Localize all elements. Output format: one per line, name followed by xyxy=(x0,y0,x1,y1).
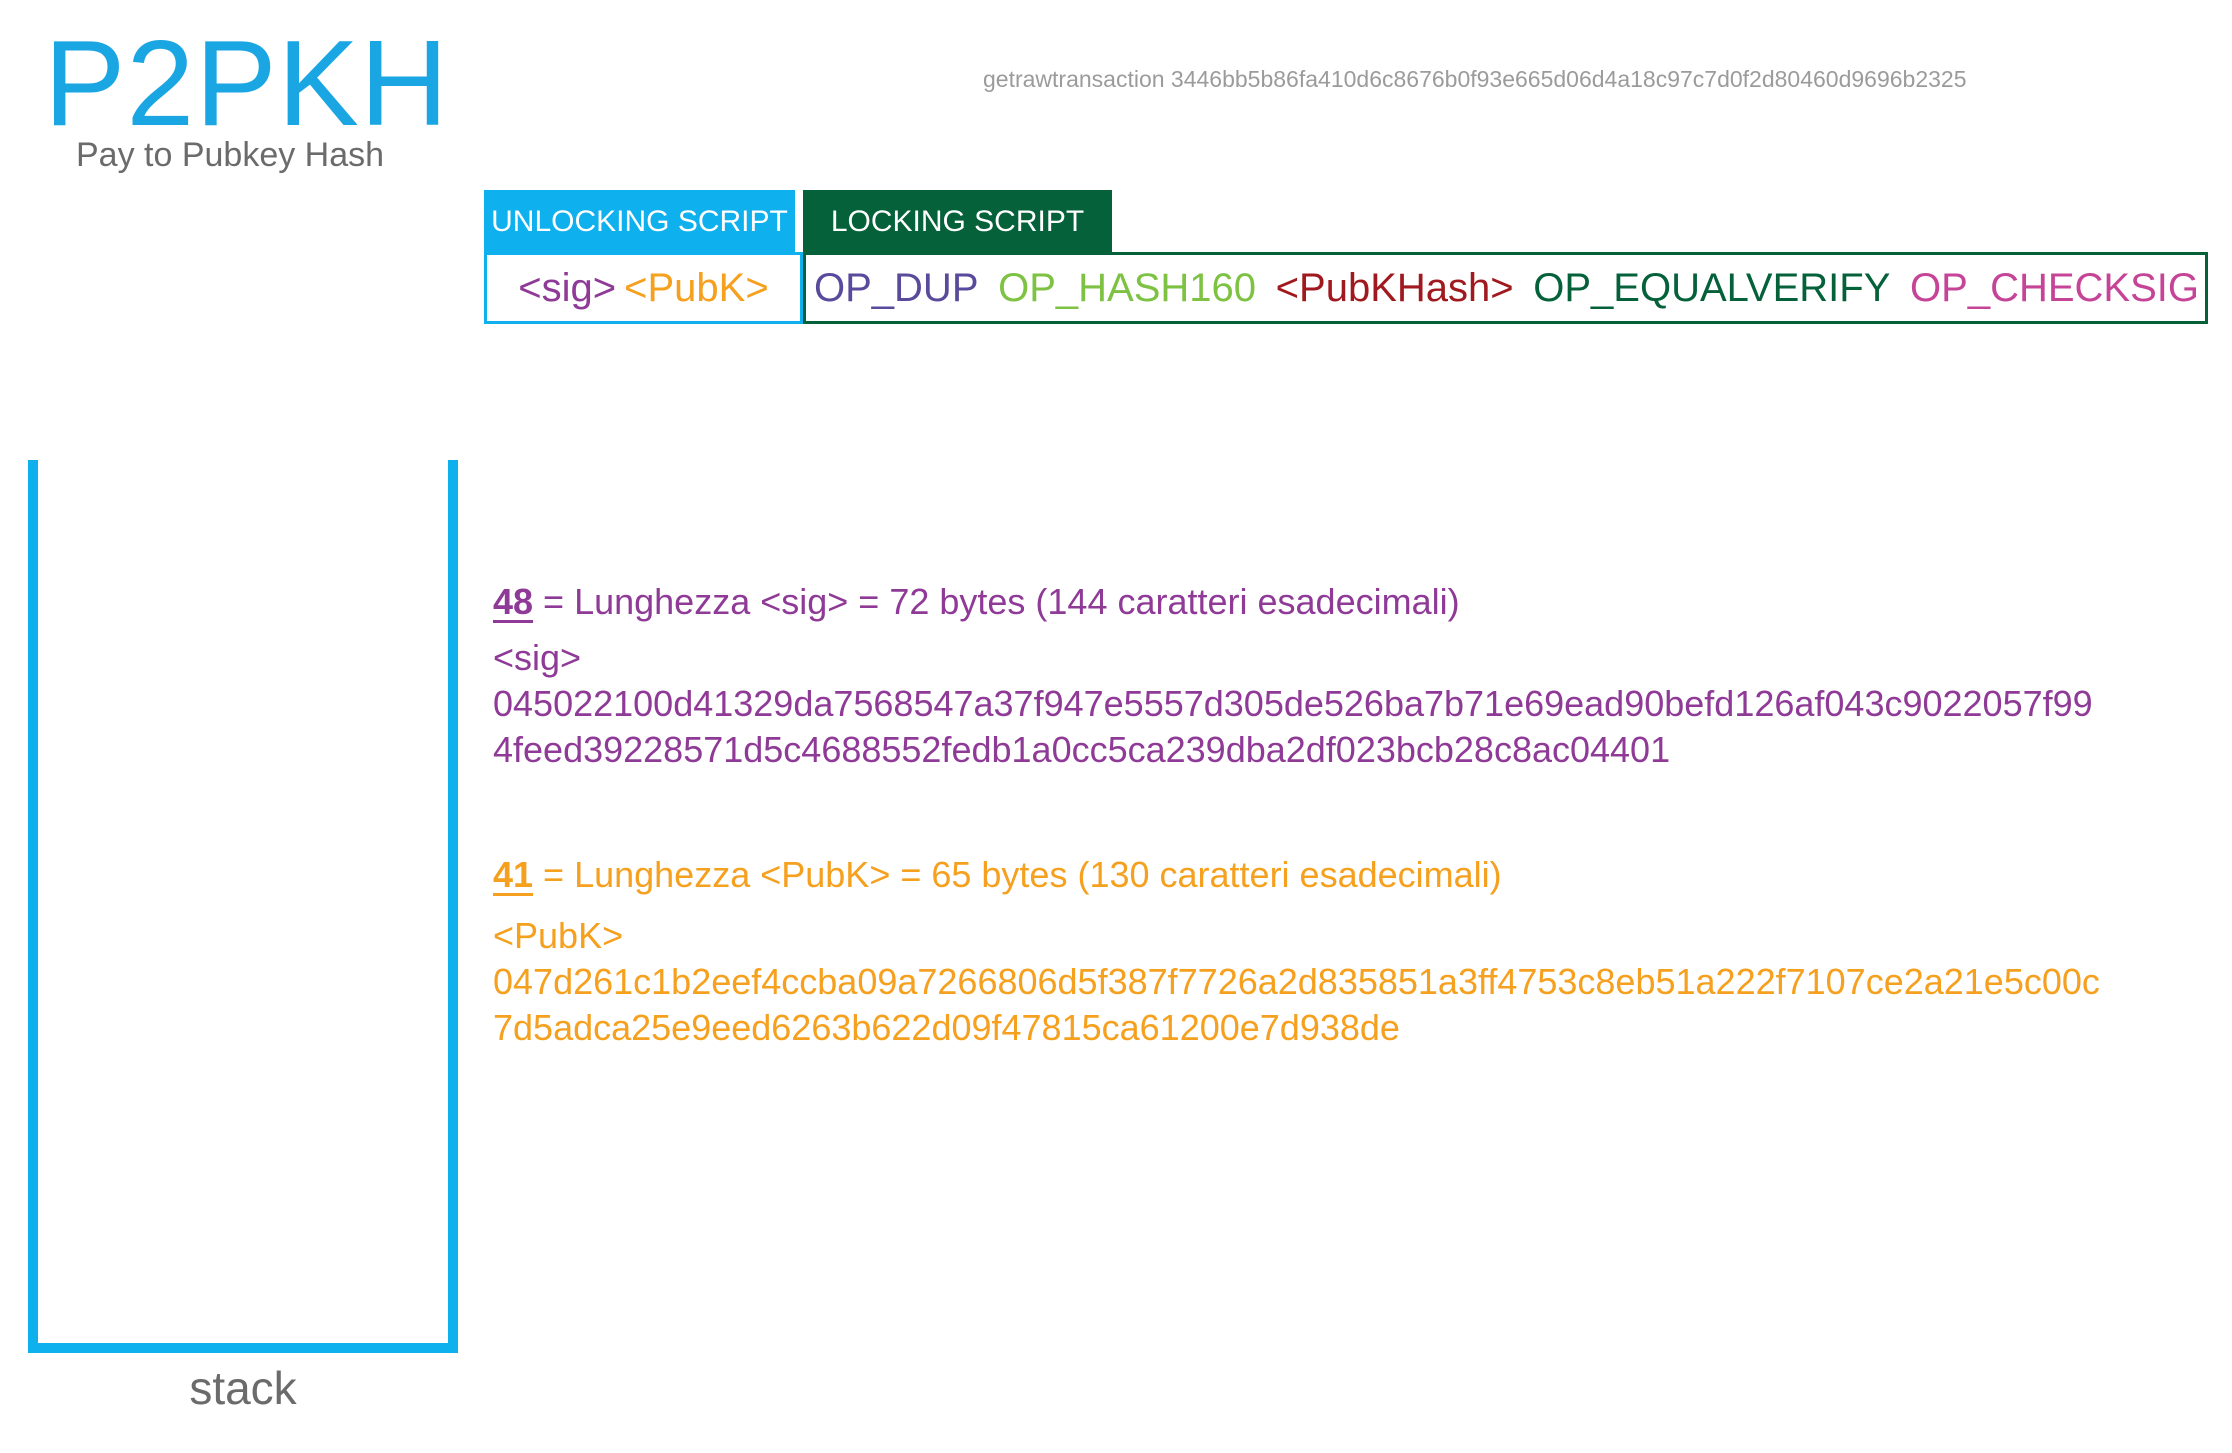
pubk-length-text: = Lunghezza <PubK> = 65 bytes (130 carat… xyxy=(533,854,1502,895)
sig-hex-line-1: 045022100d41329da7568547a37f947e5557d305… xyxy=(493,683,2093,724)
locking-script-box: OP_DUP OP_HASH160 <PubKHash> OP_EQUALVER… xyxy=(803,252,2208,324)
page-subtitle: Pay to Pubkey Hash xyxy=(76,136,385,174)
token-op-equalverify: OP_EQUALVERIFY xyxy=(1533,265,1891,310)
sig-hex-line-2: 4feed39228571d5c4688552fedb1a0cc5ca239db… xyxy=(493,729,1671,770)
sig-label: <sig> xyxy=(493,637,582,678)
locking-script-tab: LOCKING SCRIPT xyxy=(803,190,1112,253)
unlocking-script-box: <sig> <PubK> xyxy=(484,252,803,324)
command-text: getrawtransaction 3446bb5b86fa410d6c8676… xyxy=(983,66,1967,92)
pubk-label: <PubK> xyxy=(493,915,624,956)
pubk-hex-line-2: 7d5adca25e9eed6263b622d09f47815ca61200e7… xyxy=(493,1007,1400,1048)
stack-label: stack xyxy=(189,1362,297,1414)
sig-length-text: = Lunghezza <sig> = 72 bytes (144 caratt… xyxy=(533,581,1460,622)
token-op-checksig: OP_CHECKSIG xyxy=(1910,265,2199,310)
stack-container xyxy=(28,460,458,1353)
pubk-length-line: 41 = Lunghezza <PubK> = 65 bytes (130 ca… xyxy=(493,852,1502,898)
token-sig: <sig> xyxy=(518,265,617,310)
unlocking-script-tab: UNLOCKING SCRIPT xyxy=(484,190,795,253)
token-op-dup: OP_DUP xyxy=(814,265,979,310)
pubk-hex-line-1: 047d261c1b2eef4ccba09a7266806d5f387f7726… xyxy=(493,961,2100,1002)
token-pubk: <PubK> xyxy=(624,265,769,310)
pubk-length-hex: 41 xyxy=(493,854,534,895)
token-op-hash160: OP_HASH160 xyxy=(998,265,1257,310)
page-title: P2PKH xyxy=(44,15,450,151)
token-pubkhash: <PubKHash> xyxy=(1275,265,1514,310)
sig-length-hex: 48 xyxy=(493,581,534,622)
sig-length-line: 48 = Lunghezza <sig> = 72 bytes (144 car… xyxy=(493,579,1460,625)
